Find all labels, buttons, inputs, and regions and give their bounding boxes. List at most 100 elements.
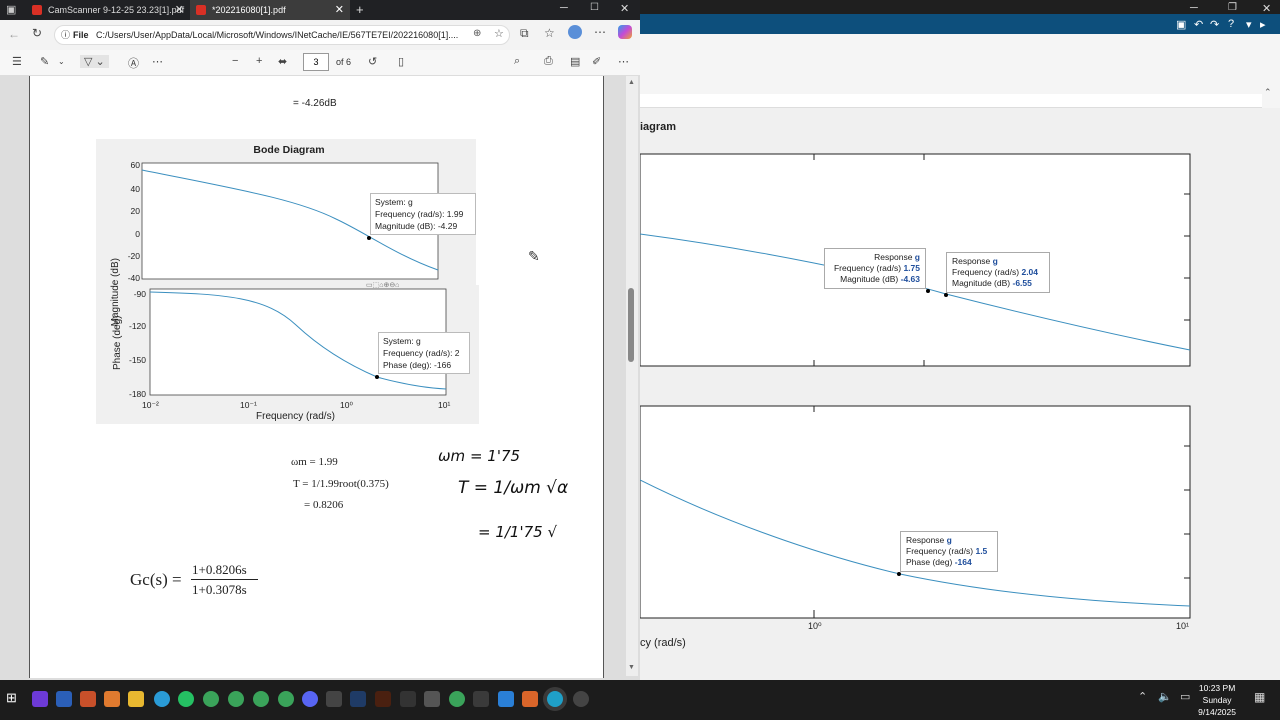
mag-datatip-marker[interactable] bbox=[926, 289, 930, 293]
app-icon[interactable] bbox=[400, 691, 416, 707]
mag-tick: 20 bbox=[130, 206, 140, 216]
page-number-input[interactable]: 3 bbox=[303, 53, 329, 71]
mag-datatip-marker[interactable] bbox=[944, 293, 948, 297]
bookmark-star-icon[interactable]: ☆ bbox=[494, 27, 504, 40]
datatip-label: Response bbox=[906, 535, 945, 545]
matlab-datatip-1[interactable]: Response g Frequency (rad/s) 1.75 Magnit… bbox=[824, 248, 926, 289]
more-options-icon[interactable]: ⋯ bbox=[594, 25, 606, 39]
zoom-in-icon[interactable]: + bbox=[256, 55, 262, 67]
word-icon[interactable] bbox=[56, 691, 72, 707]
more-options-icon[interactable]: ⋯ bbox=[618, 55, 629, 68]
back-icon[interactable]: ← bbox=[8, 27, 20, 41]
datatip-label: Frequency (rad/s) bbox=[833, 263, 902, 273]
app-icon[interactable] bbox=[473, 691, 489, 707]
zoom-icon[interactable]: ⊕ bbox=[473, 28, 481, 39]
edge-icon[interactable] bbox=[547, 691, 563, 707]
network-icon[interactable]: ▭ bbox=[1180, 690, 1190, 703]
file-explorer-icon[interactable] bbox=[128, 691, 144, 707]
page-view-icon[interactable]: ▯ bbox=[398, 55, 404, 68]
illustrator-icon[interactable] bbox=[375, 691, 391, 707]
read-aloud-icon[interactable]: Ⓐ bbox=[128, 55, 139, 71]
zoom-out-icon[interactable]: − bbox=[232, 55, 238, 67]
discord-icon[interactable] bbox=[302, 691, 318, 707]
clock-date: 9/14/2025 bbox=[1198, 707, 1236, 717]
volume-icon[interactable]: 🔈 bbox=[1158, 690, 1172, 703]
phase-datatip-marker[interactable] bbox=[897, 572, 901, 576]
maximize-icon[interactable]: ☐ bbox=[590, 2, 599, 13]
refresh-icon[interactable]: ↻ bbox=[32, 26, 42, 40]
minimize-icon[interactable]: ─ bbox=[560, 2, 568, 14]
bode-phase-marker[interactable] bbox=[375, 375, 379, 379]
copilot-icon[interactable] bbox=[618, 25, 632, 39]
rotate-icon[interactable]: ↺ bbox=[368, 55, 377, 68]
onenote-icon[interactable] bbox=[32, 691, 48, 707]
save-icon[interactable]: ▣ bbox=[1176, 18, 1186, 31]
datatip-value: g bbox=[946, 535, 952, 545]
app-icon[interactable] bbox=[573, 691, 589, 707]
new-tab-icon[interactable]: + bbox=[356, 2, 364, 17]
dropdown-icon[interactable]: ▾ bbox=[1246, 18, 1252, 31]
app-icon[interactable] bbox=[424, 691, 440, 707]
mag-tick: 40 bbox=[130, 184, 140, 194]
app-icon[interactable] bbox=[104, 691, 120, 707]
freq-tick: 10⁻¹ bbox=[240, 400, 257, 410]
notification-icon[interactable]: ▦ bbox=[1254, 690, 1265, 704]
tab-active-pdf[interactable]: *202216080[1].pdf ✕ bbox=[190, 0, 350, 20]
expand-icon[interactable]: ⌃ bbox=[1264, 87, 1272, 98]
chevron-up-icon[interactable]: ⌃ bbox=[1138, 690, 1147, 703]
datatip-line: Frequency (rad/s): 2 bbox=[383, 348, 460, 358]
whatsapp-icon[interactable] bbox=[178, 691, 194, 707]
matlab-datatip-2[interactable]: Response g Frequency (rad/s) 2.04 Magnit… bbox=[946, 252, 1050, 293]
matlab-datatip-3[interactable]: Response g Frequency (rad/s) 1.5 Phase (… bbox=[900, 531, 998, 572]
powerpoint-icon[interactable] bbox=[80, 691, 96, 707]
close-tab-icon[interactable]: ✕ bbox=[335, 0, 344, 20]
chrome-icon[interactable] bbox=[449, 691, 465, 707]
profile-avatar[interactable] bbox=[568, 25, 582, 39]
save-icon[interactable]: ▤ bbox=[570, 55, 580, 68]
close-tab-icon[interactable]: ✕ bbox=[175, 0, 184, 20]
help-icon[interactable]: ? bbox=[1228, 18, 1234, 30]
save-as-icon[interactable]: ✐ bbox=[592, 55, 601, 68]
close-window-icon[interactable]: ✕ bbox=[620, 2, 629, 15]
redo-icon[interactable]: ↷ bbox=[1210, 18, 1219, 31]
chrome-icon[interactable] bbox=[278, 691, 294, 707]
bode-mag-datatip[interactable]: System: g Frequency (rad/s): 1.99 Magnit… bbox=[370, 193, 476, 235]
split-screen-icon[interactable]: ⧉ bbox=[520, 26, 529, 41]
minimize-icon[interactable]: ─ bbox=[1190, 2, 1198, 14]
datatip-value: -4.63 bbox=[900, 274, 920, 284]
chevron-down-icon[interactable]: ⌄ bbox=[58, 57, 65, 66]
maximize-icon[interactable]: ❐ bbox=[1228, 2, 1237, 13]
more-tools-icon[interactable]: ⋯ bbox=[152, 55, 163, 68]
favorites-icon[interactable]: ☆ bbox=[544, 26, 555, 40]
datatip-value: 2.04 bbox=[1021, 267, 1039, 277]
fit-page-icon[interactable]: ⬌ bbox=[278, 55, 287, 68]
chrome-icon[interactable] bbox=[253, 691, 269, 707]
scrollbar-thumb[interactable] bbox=[628, 288, 634, 362]
print-icon[interactable]: ⎙ bbox=[544, 55, 553, 68]
undo-icon[interactable]: ↶ bbox=[1194, 18, 1203, 31]
scroll-down-icon[interactable]: ▼ bbox=[628, 664, 635, 671]
datatip-value: -6.55 bbox=[1012, 278, 1032, 288]
scrollbar[interactable] bbox=[626, 76, 638, 676]
axes-toolbar-icons[interactable]: ▭⬚⌂⊕⊖⌂ bbox=[366, 282, 399, 289]
vscode-icon[interactable] bbox=[498, 691, 514, 707]
tab-actions-icon[interactable]: ▣ bbox=[6, 3, 16, 16]
chrome-icon[interactable] bbox=[228, 691, 244, 707]
contents-icon[interactable]: ☰ bbox=[12, 55, 22, 68]
app-icon[interactable] bbox=[326, 691, 342, 707]
more-icon[interactable]: ▸ bbox=[1260, 18, 1266, 31]
address-bar[interactable]: ⓘ File C:/Users/User/AppData/Local/Micro… bbox=[54, 25, 510, 45]
matlab-icon[interactable] bbox=[522, 691, 538, 707]
chrome-icon[interactable] bbox=[203, 691, 219, 707]
scroll-up-icon[interactable]: ▲ bbox=[628, 79, 635, 86]
draw-icon[interactable]: ▽ ⌄ bbox=[80, 55, 109, 68]
bode-phase-datatip[interactable]: System: g Frequency (rad/s): 2 Phase (de… bbox=[378, 332, 470, 374]
highlight-icon[interactable]: ✎ bbox=[40, 55, 49, 68]
tab-camscanner[interactable]: CamScanner 9-12-25 23.23[1].pdf ✕ bbox=[26, 0, 190, 20]
photoshop-icon[interactable] bbox=[350, 691, 366, 707]
clock[interactable]: 10:23 PM Sunday 9/14/2025 bbox=[1198, 682, 1236, 718]
search-icon[interactable]: ⌕ bbox=[514, 55, 520, 68]
bode-mag-marker[interactable] bbox=[367, 236, 371, 240]
telegram-icon[interactable] bbox=[154, 691, 170, 707]
start-icon[interactable]: ⊞ bbox=[6, 690, 17, 706]
